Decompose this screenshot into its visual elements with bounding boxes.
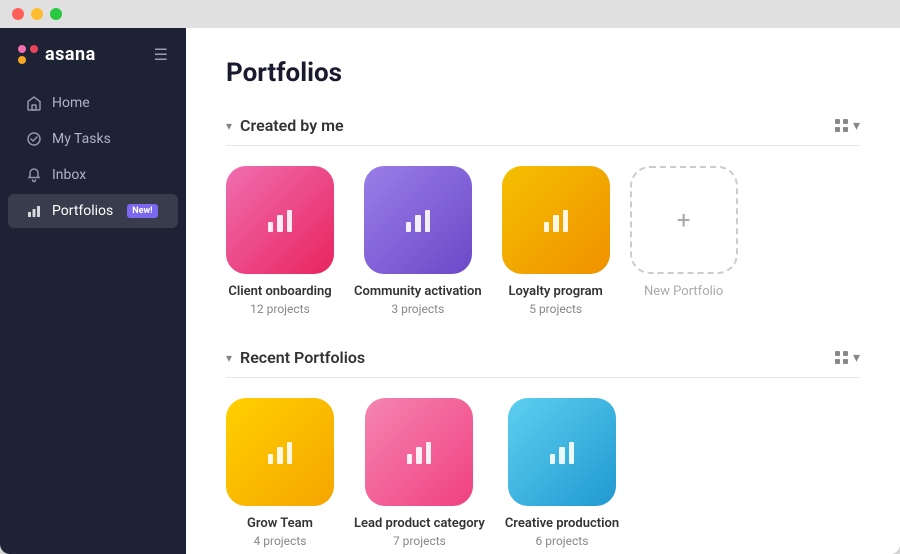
portfolio-count-grow-team: 4 projects — [254, 534, 307, 548]
portfolio-name-loyalty-program: Loyalty program — [508, 284, 602, 299]
portfolio-count-creative-production: 6 projects — [536, 534, 589, 548]
main-content: Portfolios ▾ Created by me ▾ — [186, 28, 900, 554]
app-body: asana ☰ Home — [0, 28, 900, 554]
asana-logo: asana — [18, 44, 96, 65]
grid-view-icon — [835, 119, 849, 133]
section-title-created-by-me: Created by me — [240, 116, 344, 135]
grid-view-icon-recent — [835, 351, 849, 365]
portfolio-card-grow-team[interactable]: Grow Team 4 projects — [226, 398, 334, 548]
portfolio-card-community-activation[interactable]: Community activation 3 projects — [354, 166, 482, 316]
portfolio-count-client-onboarding: 12 projects — [250, 302, 310, 316]
sidebar-logo: asana ☰ — [0, 44, 186, 85]
portfolio-icon-creative-production — [508, 398, 616, 506]
portfolio-card-lead-product[interactable]: Lead product category 7 projects — [354, 398, 485, 548]
portfolio-card-client-onboarding[interactable]: Client onboarding 12 projects — [226, 166, 334, 316]
asana-logo-text: asana — [45, 44, 96, 65]
section-controls-created-by-me[interactable]: ▾ — [835, 118, 860, 134]
portfolio-card-loyalty-program[interactable]: Loyalty program 5 projects — [502, 166, 610, 316]
sidebar-item-portfolios-label: Portfolios — [52, 203, 113, 219]
section-header-recent-portfolios: ▾ Recent Portfolios ▾ — [226, 348, 860, 378]
maximize-button[interactable] — [50, 8, 62, 20]
sidebar-item-portfolios[interactable]: Portfolios New! — [8, 194, 178, 228]
portfolio-icon-new: + — [630, 166, 738, 274]
section-header-created-by-me: ▾ Created by me ▾ — [226, 116, 860, 146]
portfolio-name-grow-team: Grow Team — [247, 516, 313, 531]
chevron-icon: ▾ — [226, 119, 232, 133]
asana-dots-icon — [18, 45, 38, 65]
portfolios-new-badge: New! — [127, 204, 157, 218]
portfolio-name-lead-product: Lead product category — [354, 516, 485, 531]
created-by-me-grid: Client onboarding 12 projects Commu — [226, 166, 860, 316]
menu-icon[interactable]: ☰ — [154, 45, 168, 64]
sidebar: asana ☰ Home — [0, 28, 186, 554]
dot-2 — [30, 45, 38, 53]
home-icon — [26, 95, 42, 111]
section-created-by-me: ▾ Created by me ▾ — [226, 116, 860, 316]
portfolio-card-creative-production[interactable]: Creative production 6 projects — [505, 398, 619, 548]
titlebar — [0, 0, 900, 28]
close-button[interactable] — [12, 8, 24, 20]
plus-icon: + — [677, 206, 691, 234]
portfolio-icon-lead-product — [365, 398, 473, 506]
portfolio-icon-client-onboarding — [226, 166, 334, 274]
dot-4 — [30, 56, 38, 64]
view-chevron-icon-recent: ▾ — [853, 350, 860, 366]
portfolio-card-new[interactable]: + New Portfolio — [630, 166, 738, 316]
portfolio-name-community-activation: Community activation — [354, 284, 482, 299]
portfolio-name-client-onboarding: Client onboarding — [228, 284, 331, 299]
sidebar-item-home[interactable]: Home — [8, 86, 178, 120]
section-title-row-recent: ▾ Recent Portfolios — [226, 348, 365, 367]
sidebar-item-home-label: Home — [52, 95, 90, 111]
view-chevron-icon: ▾ — [853, 118, 860, 134]
check-circle-icon — [26, 131, 42, 147]
recent-portfolios-grid: Grow Team 4 projects Lead product c — [226, 398, 860, 548]
portfolio-name-creative-production: Creative production — [505, 516, 619, 531]
section-title-row: ▾ Created by me — [226, 116, 344, 135]
sidebar-item-inbox[interactable]: Inbox — [8, 158, 178, 192]
sidebar-item-my-tasks[interactable]: My Tasks — [8, 122, 178, 156]
chevron-icon-recent: ▾ — [226, 351, 232, 365]
portfolio-count-community-activation: 3 projects — [391, 302, 444, 316]
sidebar-item-my-tasks-label: My Tasks — [52, 131, 111, 147]
section-controls-recent-portfolios[interactable]: ▾ — [835, 350, 860, 366]
section-title-recent-portfolios: Recent Portfolios — [240, 348, 365, 367]
section-recent-portfolios: ▾ Recent Portfolios ▾ — [226, 348, 860, 548]
sidebar-item-inbox-label: Inbox — [52, 167, 86, 183]
dot-3 — [18, 56, 26, 64]
portfolio-icon-loyalty-program — [502, 166, 610, 274]
bar-chart-icon — [26, 203, 42, 219]
page-title: Portfolios — [226, 58, 860, 88]
portfolio-icon-grow-team — [226, 398, 334, 506]
portfolio-count-lead-product: 7 projects — [393, 534, 446, 548]
portfolio-icon-community-activation — [364, 166, 472, 274]
dot-1 — [18, 45, 26, 53]
portfolio-count-loyalty-program: 5 projects — [529, 302, 582, 316]
bell-icon — [26, 167, 42, 183]
app-window: asana ☰ Home — [0, 0, 900, 554]
portfolio-name-new: New Portfolio — [644, 284, 723, 299]
minimize-button[interactable] — [31, 8, 43, 20]
